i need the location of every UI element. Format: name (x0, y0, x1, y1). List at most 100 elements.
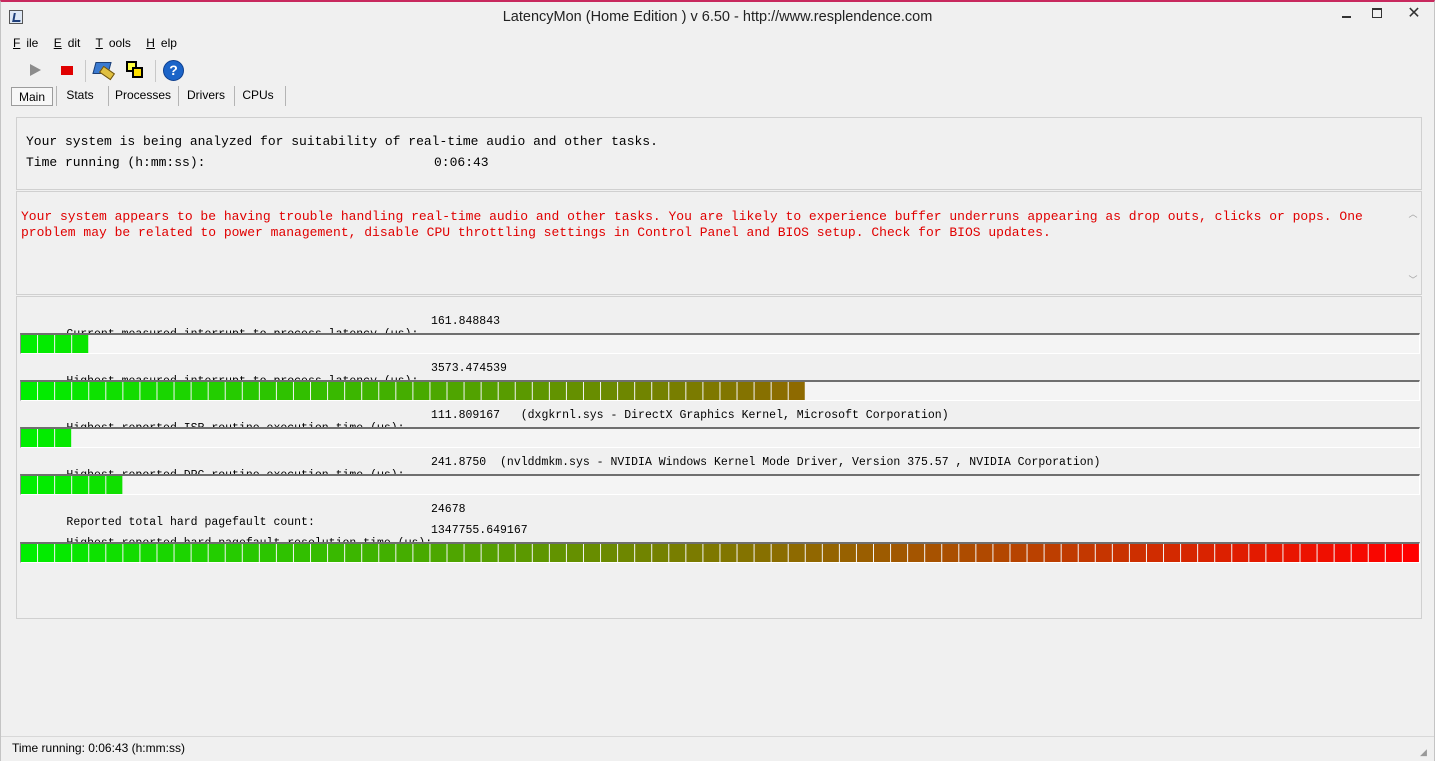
tab-drivers[interactable]: Drivers (183, 86, 229, 104)
bar-segment (328, 544, 345, 562)
bar-segment (856, 544, 873, 562)
latency-metrics-panel: Current measured interrupt to process la… (16, 296, 1422, 619)
bar-segment (669, 544, 686, 562)
bar-segment (1129, 544, 1146, 562)
bar-segment (174, 382, 191, 400)
bar-segment (38, 476, 55, 494)
bar-segment (737, 544, 754, 562)
help-button[interactable]: ? (161, 58, 185, 82)
bar-segments (21, 335, 89, 353)
bar-segment (72, 382, 89, 400)
bar-segment (498, 544, 515, 562)
bar-segment (21, 544, 38, 562)
bar-segment (311, 382, 328, 400)
bar-segment (1112, 544, 1129, 562)
bar-segment (413, 544, 430, 562)
menu-tools[interactable]: Tools (96, 36, 137, 50)
bar-segment (720, 544, 737, 562)
bar-segment (123, 382, 140, 400)
tab-stats[interactable]: Stats (61, 86, 99, 104)
bar-segment (652, 382, 669, 400)
bar-segment (106, 382, 123, 400)
analysis-summary-panel: Your system is being analyzed for suitab… (16, 117, 1422, 190)
bar-segment (447, 544, 464, 562)
close-icon: ✕ (1407, 3, 1421, 22)
bar-segment (1385, 544, 1402, 562)
menu-help[interactable]: Help (146, 36, 183, 50)
title-bar[interactable]: LatencyMon (Home Edition ) v 6.50 - http… (1, 2, 1434, 32)
menu-file[interactable]: File (13, 36, 44, 50)
bar-segment (515, 544, 532, 562)
highest-latency-bar (20, 380, 1420, 401)
bar-segment (1249, 544, 1266, 562)
tab-separator (56, 86, 57, 106)
dpc-bar (20, 474, 1420, 495)
dpc-driver: (nvlddmkm.sys - NVIDIA Windows Kernel Mo… (500, 456, 1101, 469)
bar-segment (311, 544, 328, 562)
bar-segment (447, 382, 464, 400)
bar-segment (1215, 544, 1232, 562)
bar-segment (89, 476, 106, 494)
pagefault-time-value: 1347755.649167 (431, 524, 528, 537)
resize-grip-icon[interactable]: ◢ (1420, 748, 1430, 758)
bar-segment (157, 544, 174, 562)
bar-segment (430, 544, 447, 562)
bar-segment (703, 382, 720, 400)
bar-segment (652, 544, 669, 562)
bar-segment (55, 429, 72, 447)
bar-segment (720, 382, 737, 400)
bar-segment (379, 544, 396, 562)
isr-driver: (dxgkrnl.sys - DirectX Graphics Kernel, … (520, 409, 949, 422)
bar-segment (191, 382, 208, 400)
tab-processes[interactable]: Processes (113, 86, 173, 104)
bar-segment (174, 544, 191, 562)
bar-segments (21, 429, 72, 447)
bar-segment (1181, 544, 1198, 562)
scroll-down-icon[interactable]: ﹀ (1408, 276, 1418, 286)
bar-segment (959, 544, 976, 562)
bar-segment (89, 544, 106, 562)
tab-separator (108, 86, 109, 106)
bar-segment (225, 382, 242, 400)
scroll-up-icon[interactable]: ︿ (1408, 210, 1418, 220)
bar-segment (703, 544, 720, 562)
bar-segment (106, 476, 123, 494)
dpc-time: 241.8750 (431, 456, 487, 469)
current-latency-value: 161.848843 (431, 315, 501, 328)
bar-segment (1095, 544, 1112, 562)
bar-segments (21, 476, 123, 494)
menu-edit[interactable]: Edit (54, 36, 87, 50)
tab-main[interactable]: Main (11, 87, 53, 106)
bar-segment (788, 544, 805, 562)
warning-panel[interactable]: Your system appears to be having trouble… (16, 191, 1422, 295)
bar-segment (21, 476, 38, 494)
play-icon[interactable] (23, 58, 47, 82)
bar-segment (55, 544, 72, 562)
minimize-button[interactable] (1331, 2, 1361, 24)
bar-segment (21, 382, 38, 400)
bar-segment (1044, 544, 1061, 562)
isr-bar (20, 427, 1420, 448)
bar-segment (498, 382, 515, 400)
bar-segment (38, 382, 55, 400)
bar-segment (839, 544, 856, 562)
windows-icon[interactable] (123, 58, 147, 82)
bar-segment (1232, 544, 1249, 562)
close-button[interactable]: ✕ (1393, 2, 1435, 24)
bar-segment (379, 382, 396, 400)
bar-segment (55, 335, 72, 353)
bar-segment (1164, 544, 1181, 562)
bar-segment (208, 382, 225, 400)
maximize-button[interactable] (1362, 2, 1392, 24)
bar-segment (293, 544, 311, 562)
bar-segment (72, 335, 89, 353)
dpc-value: 241.8750 (nvlddmkm.sys - NVIDIA Windows … (431, 456, 1100, 469)
bar-segment (55, 476, 72, 494)
bar-segment (549, 544, 566, 562)
tab-separator (234, 86, 235, 106)
bar-segment (891, 544, 908, 562)
stop-icon[interactable] (55, 58, 79, 82)
pagefault-count-value: 24678 (431, 503, 466, 516)
analyze-tool-icon[interactable] (91, 58, 115, 82)
tab-cpus[interactable]: CPUs (239, 86, 277, 104)
